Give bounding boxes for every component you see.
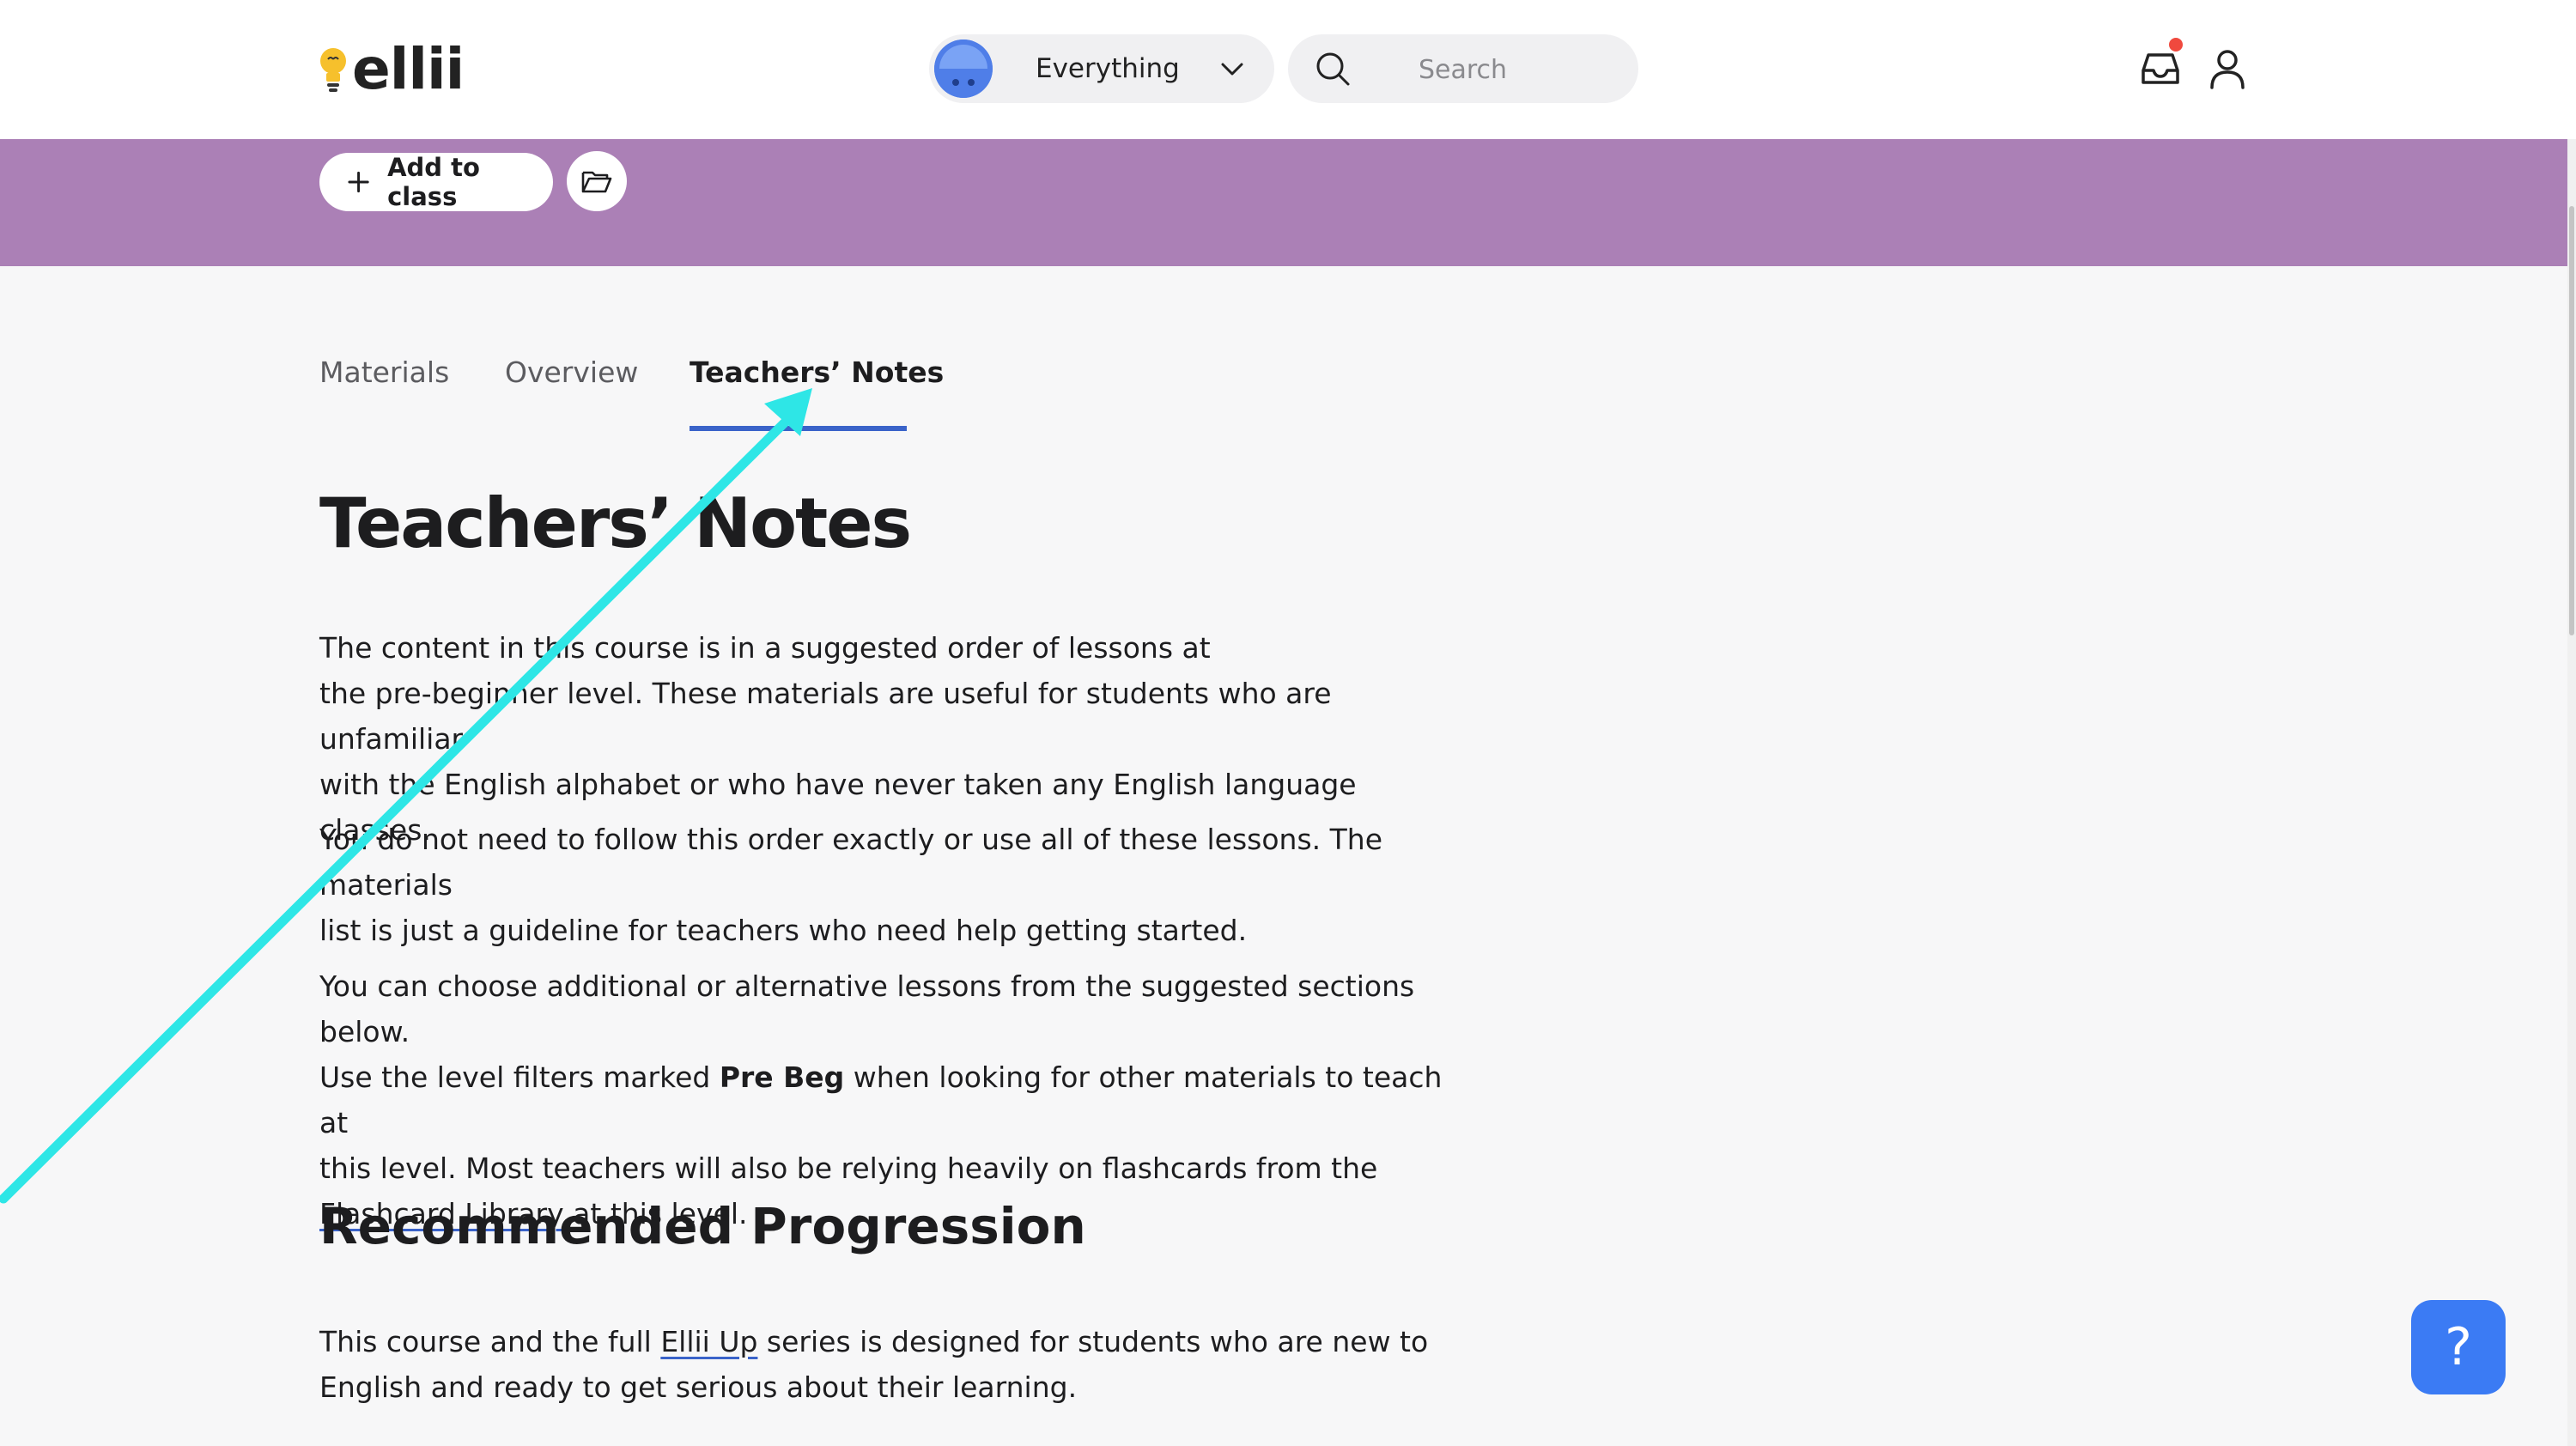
guideline-paragraph: You do not need to follow this order exa…: [319, 823, 1382, 947]
tab-overview[interactable]: Overview: [505, 355, 638, 389]
search-box: [1288, 34, 1638, 103]
add-to-class-button[interactable]: Add to class: [319, 153, 553, 211]
search-scope-dropdown[interactable]: Everything: [929, 34, 1274, 103]
lightbulb-icon: [320, 48, 346, 92]
save-to-folder-button[interactable]: [567, 151, 627, 211]
scrollbar-thumb[interactable]: [2569, 206, 2574, 635]
help-button[interactable]: ?: [2411, 1300, 2506, 1394]
globe-face-icon: [934, 39, 993, 98]
plus-icon: [348, 171, 369, 193]
logo-text: ellii: [352, 36, 465, 102]
question-mark-icon: ?: [2445, 1317, 2472, 1377]
scope-avatar: [934, 39, 993, 98]
active-tab-indicator: [690, 426, 907, 431]
level-filter-label: Pre Beg: [719, 1060, 845, 1094]
tab-teachers-notes[interactable]: Teachers’ Notes: [690, 355, 944, 389]
search-icon[interactable]: [1314, 50, 1352, 88]
page-title: Teachers’ Notes: [319, 483, 912, 563]
progression-paragraph: This course and the full Ellii Up series…: [319, 1325, 1429, 1404]
recommended-progression-heading: Recommended Progression: [319, 1197, 1086, 1255]
tab-materials[interactable]: Materials: [319, 355, 449, 389]
inbox-icon[interactable]: [2136, 45, 2184, 93]
search-input[interactable]: [1417, 50, 1618, 89]
notification-dot: [2169, 38, 2183, 52]
chevron-down-icon: [1221, 63, 1243, 76]
top-nav: ellii Everything: [0, 0, 2576, 139]
scope-label: Everything: [1036, 53, 1180, 84]
add-to-class-label: Add to class: [387, 153, 480, 211]
folder-icon: [581, 171, 612, 193]
additional-lessons-paragraph: You can choose additional or alternative…: [319, 969, 1443, 1230]
ellii-up-link[interactable]: Ellii Up: [660, 1325, 757, 1358]
user-icon[interactable]: [2203, 45, 2251, 93]
ellii-logo[interactable]: ellii: [318, 36, 465, 102]
